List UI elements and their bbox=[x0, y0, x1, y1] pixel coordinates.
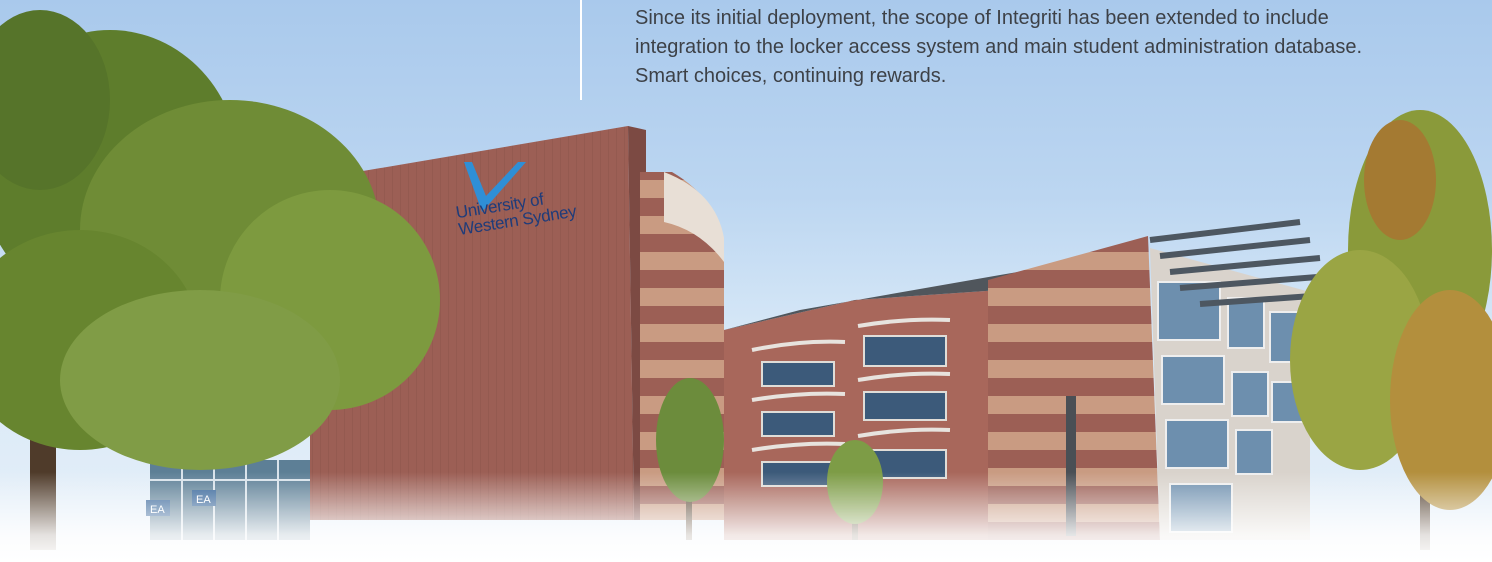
caption-text: Since its initial deployment, the scope … bbox=[635, 4, 1455, 91]
bottom-fade bbox=[0, 472, 1492, 562]
vertical-divider bbox=[580, 0, 582, 100]
caption-line-1: Since its initial deployment, the scope … bbox=[635, 7, 1329, 29]
campus-photo: EA EA bbox=[0, 0, 1492, 562]
university-logo: University of Western Sydney bbox=[455, 160, 610, 270]
caption-line-2: integration to the locker access system … bbox=[635, 36, 1363, 58]
caption-line-3: Smart choices, continuing rewards. bbox=[635, 65, 947, 87]
